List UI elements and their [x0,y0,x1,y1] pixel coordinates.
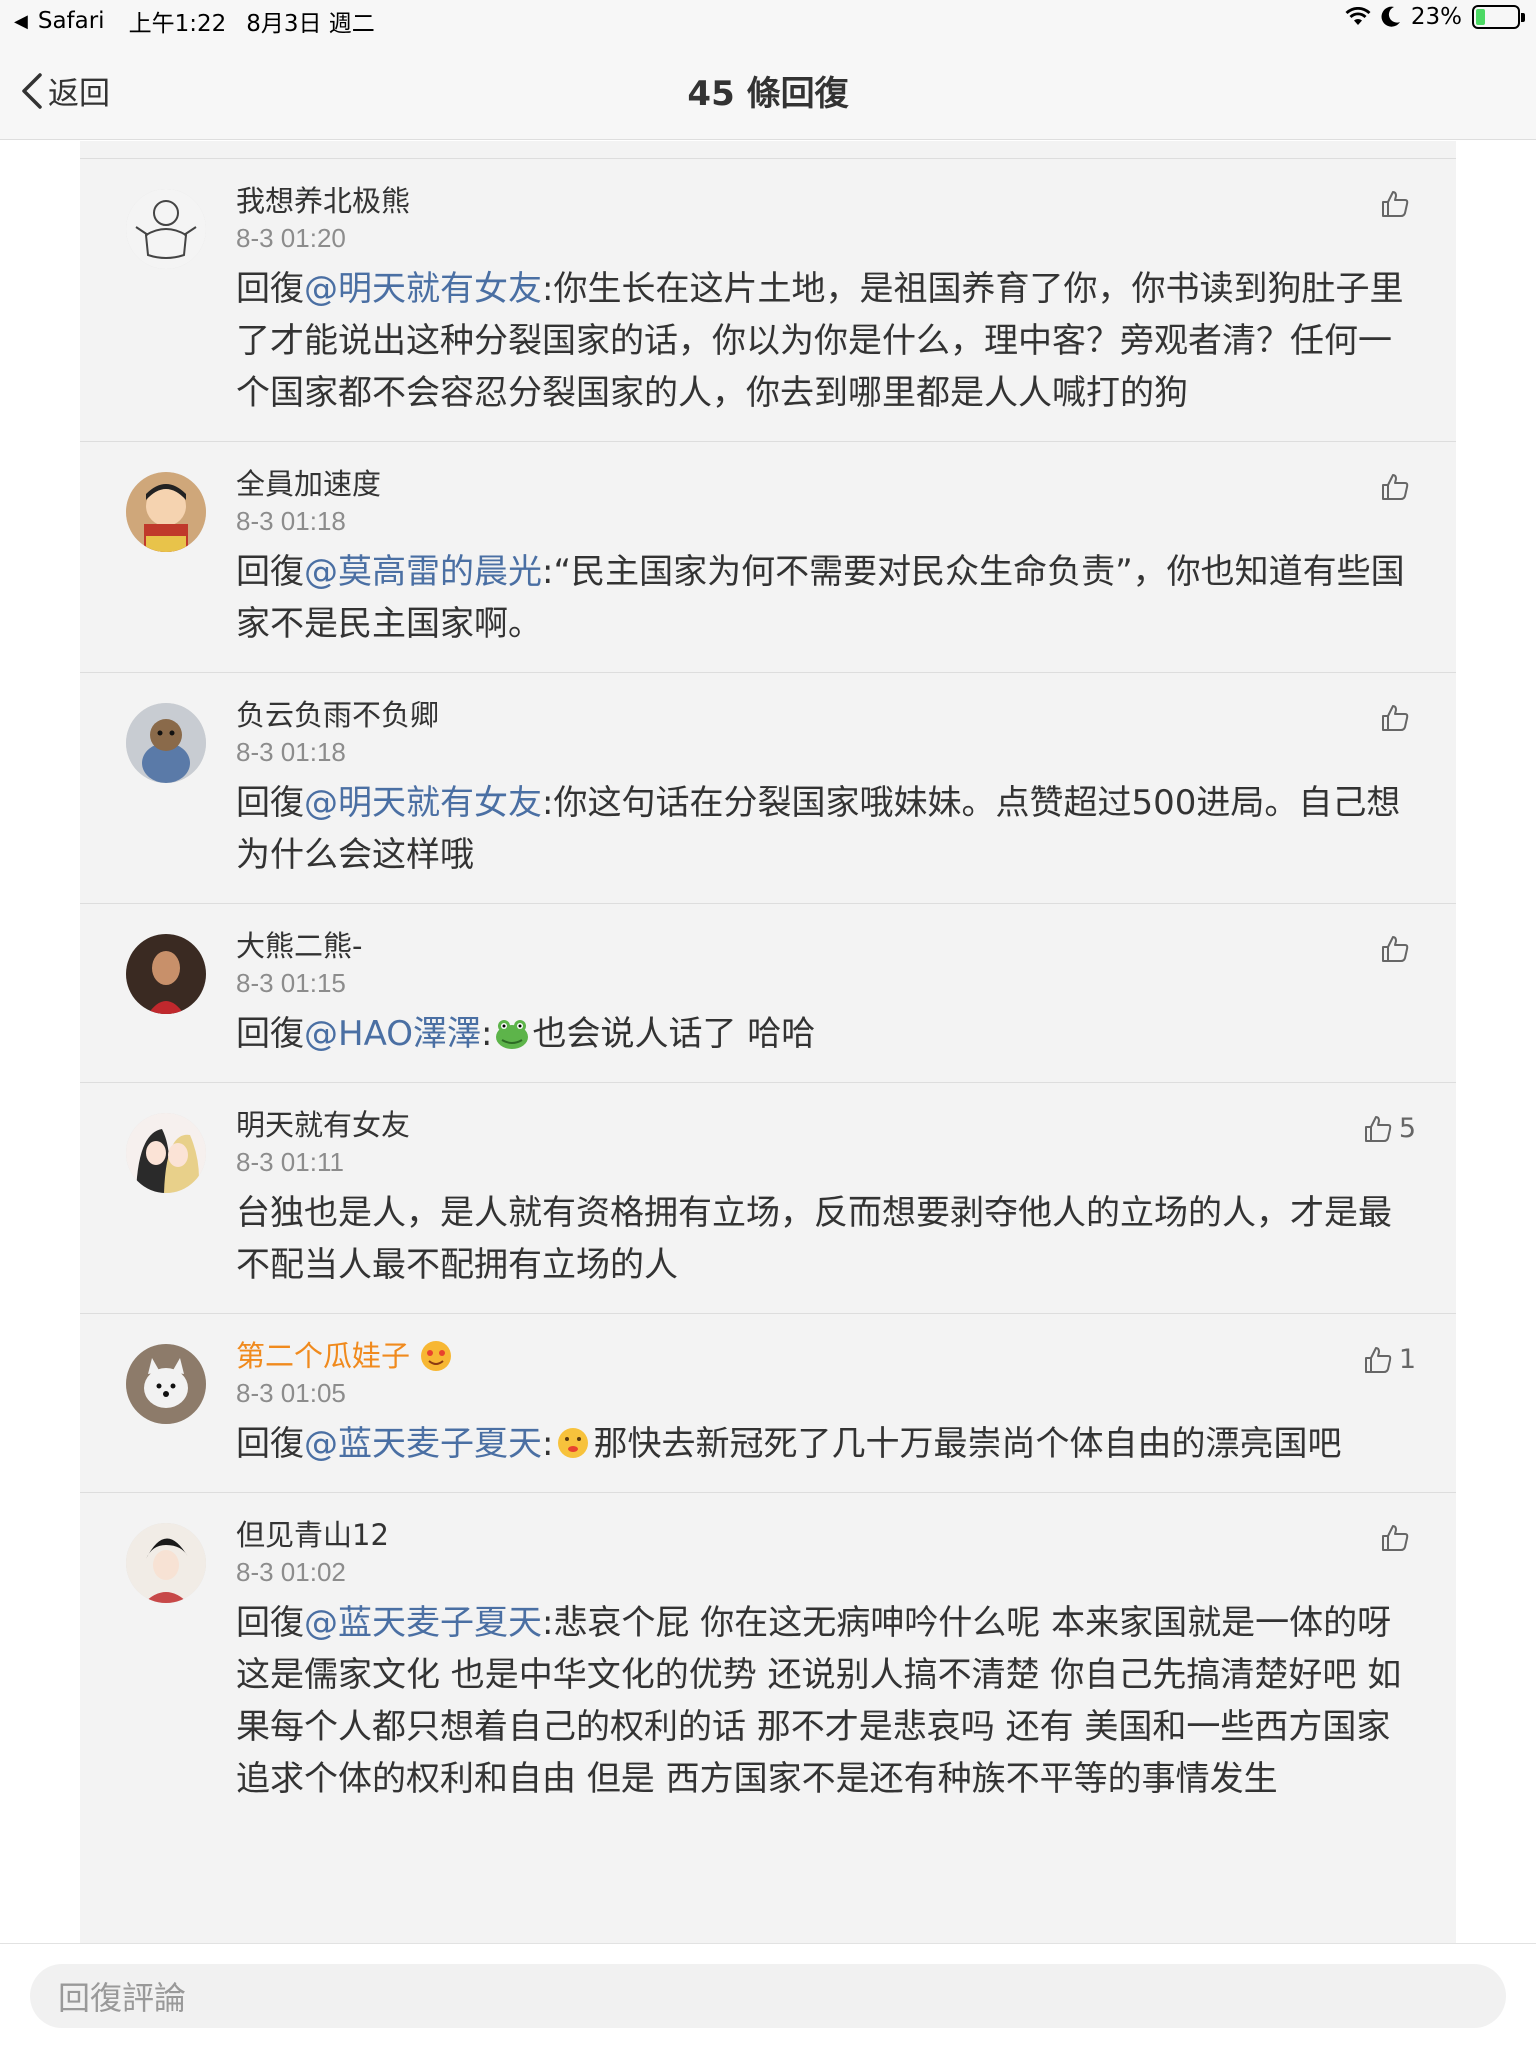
thumbs-up-icon [1382,474,1409,500]
comment-item[interactable]: 但见青山12 8-3 01:02 回復@蓝天麦子夏天:悲哀个屁 你在这无病呻吟什… [80,1492,1456,1827]
comment-text: 那快去新冠死了几十万最崇尚个体自由的漂亮国吧 [593,1424,1342,1464]
like-button[interactable]: 1 [1363,1344,1416,1375]
comment-username[interactable]: 第二个瓜娃子 [236,1336,1456,1376]
thumbs-up-icon [1382,936,1409,962]
battery-percent: 23% [1410,4,1462,30]
comment-item[interactable]: 大熊二熊- 8-3 01:15 回復@HAO澤澤: 也会说人话了 哈哈 [80,903,1456,1082]
battery-icon [1472,5,1525,29]
reply-comment-input[interactable]: 回復評論 [30,1964,1506,2028]
comment-item[interactable]: 我想养北极熊 8-3 01:20 回復@明天就有女友:你生长在这片土地，是祖国养… [80,158,1456,441]
comment-username[interactable]: 全員加速度 [236,464,1456,504]
status-right: 23% [1345,4,1525,30]
thumbs-up-icon [1364,1346,1392,1373]
ink-painting-avatar-icon [126,1523,206,1603]
reply-prefix: 回復 [236,783,304,823]
comment-item[interactable]: 全員加速度 8-3 01:18 回復@莫高雷的晨光:“民主国家为何不需要对民众生… [80,441,1456,672]
like-count: 1 [1398,1344,1416,1375]
thinking-face-emoji-icon [558,1428,589,1458]
avatar[interactable] [126,472,206,552]
comment-username[interactable]: 负云负雨不负卿 [236,695,1456,735]
white-dog-avatar-icon [126,1344,206,1424]
thumbs-up-icon [1382,191,1409,217]
like-button[interactable] [1380,934,1416,964]
comment-text: 也会说人话了 哈哈 [532,1014,816,1054]
comment-body: 回復@蓝天麦子夏天:悲哀个屁 你在这无病呻吟什么呢 本来家国就是一体的呀 这是儒… [236,1597,1456,1805]
nav-bar: 返回 45 條回復 [0,40,1536,140]
like-button[interactable]: 5 [1363,1113,1416,1144]
comment-body: 回復@明天就有女友:你这句话在分裂国家哦妹妹。点赞超过500进局。自己想为什么会… [236,777,1456,881]
avatar[interactable] [126,1344,206,1424]
status-app-name[interactable]: Safari [38,8,105,34]
comment-item[interactable]: 明天就有女友 8-3 01:11 台独也是人，是人就有资格拥有立场，反而想要剥夺… [80,1082,1456,1313]
thumbs-up-icon [1382,705,1409,731]
comment-list: 我想养北极熊 8-3 01:20 回復@明天就有女友:你生长在这片土地，是祖国养… [80,158,1456,1827]
colon-text: : [481,1014,493,1054]
reply-prefix: 回復 [236,1603,304,1643]
comment-time: 8-3 01:02 [236,1557,346,1587]
comment-body: 台独也是人，是人就有资格拥有立场，反而想要剥夺他人的立场的人，才是最不配当人最不… [236,1187,1456,1291]
comment-username[interactable]: 大熊二熊- [236,926,1456,966]
comment-body: 回復@蓝天麦子夏天: 那快去新冠死了几十万最崇尚个体自由的漂亮国吧 [236,1418,1456,1470]
mention-link[interactable]: @HAO澤澤 [304,1014,481,1054]
username-text: 第二个瓜娃子 [236,1339,411,1373]
comment-username[interactable]: 但见青山12 [236,1515,1456,1555]
comment-username[interactable]: 我想养北极熊 [236,181,1456,221]
reply-bar: 回復評論 [0,1943,1536,2048]
doodle-avatar-icon [126,189,206,269]
reply-prefix: 回復 [236,269,304,309]
like-count: 5 [1398,1113,1416,1144]
comment-item[interactable]: 第二个瓜娃子 8-3 01:05 回復@蓝天麦子夏天: 那快去新冠死了几十万最崇尚… [80,1313,1456,1492]
like-button[interactable] [1380,1523,1416,1553]
comment-body: 回復@明天就有女友:你生长在这片土地，是祖国养育了你，你书读到狗肚子里了才能说出… [236,263,1456,419]
comment-time: 8-3 01:18 [236,737,346,767]
status-time: 上午1:22 [128,11,227,37]
thumbs-up-icon [1364,1115,1392,1142]
comment-time: 8-3 01:20 [236,223,346,253]
comment-body: 回復@莫高雷的晨光:“民主国家为何不需要对民众生命负责”，你也知道有些国家不是民… [236,546,1456,650]
vip-badge-icon [421,1341,452,1371]
avatar[interactable] [126,703,206,783]
avatar[interactable] [126,1523,206,1603]
avatar[interactable] [126,1113,206,1193]
avatar[interactable] [126,934,206,1014]
portrait-avatar-icon [126,934,206,1014]
like-button[interactable] [1380,189,1416,219]
anime-girls-avatar-icon [126,1113,206,1193]
dog-avatar-icon [126,703,206,783]
comment-time: 8-3 01:15 [236,968,346,998]
mention-link[interactable]: @明天就有女友 [304,783,542,823]
cartoon-boy-avatar-icon [126,472,206,552]
frog-emoji-icon [496,1020,529,1049]
reply-prefix: 回復 [236,1424,304,1464]
thumbs-up-icon [1382,1525,1409,1551]
do-not-disturb-moon-icon [1381,6,1400,27]
comment-text: 台独也是人，是人就有资格拥有立场，反而想要剥夺他人的立场的人，才是最不配当人最不… [236,1193,1392,1285]
like-button[interactable] [1380,703,1416,733]
mention-link[interactable]: @蓝天麦子夏天 [304,1424,542,1464]
status-left: ◀ Safari 上午1:22 8月3日 週二 [14,4,375,38]
wifi-icon [1345,7,1371,25]
mention-link[interactable]: @蓝天麦子夏天 [304,1603,542,1643]
comment-time: 8-3 01:18 [236,506,346,536]
colon-text: : [542,1424,554,1464]
comment-time: 8-3 01:11 [236,1147,344,1177]
like-button[interactable] [1380,472,1416,502]
mention-link[interactable]: @明天就有女友 [304,269,542,309]
comment-username[interactable]: 明天就有女友 [236,1105,1456,1145]
page-title: 45 條回復 [687,74,849,114]
back-to-app-icon[interactable]: ◀ [14,11,28,32]
reply-prefix: 回復 [236,1014,304,1054]
reply-placeholder: 回復評論 [58,1979,187,2017]
comment-body: 回復@HAO澤澤: 也会说人话了 哈哈 [236,1008,1456,1060]
status-bar: ◀ Safari 上午1:22 8月3日 週二 23% [0,0,1536,40]
comment-time: 8-3 01:05 [236,1378,346,1408]
reply-prefix: 回復 [236,552,304,592]
avatar[interactable] [126,189,206,269]
battery-fill [1476,9,1485,25]
mention-link[interactable]: @莫高雷的晨光 [304,552,542,592]
comment-item[interactable]: 负云负雨不负卿 8-3 01:18 回復@明天就有女友:你这句话在分裂国家哦妹妹… [80,672,1456,903]
status-date: 8月3日 週二 [246,11,375,37]
